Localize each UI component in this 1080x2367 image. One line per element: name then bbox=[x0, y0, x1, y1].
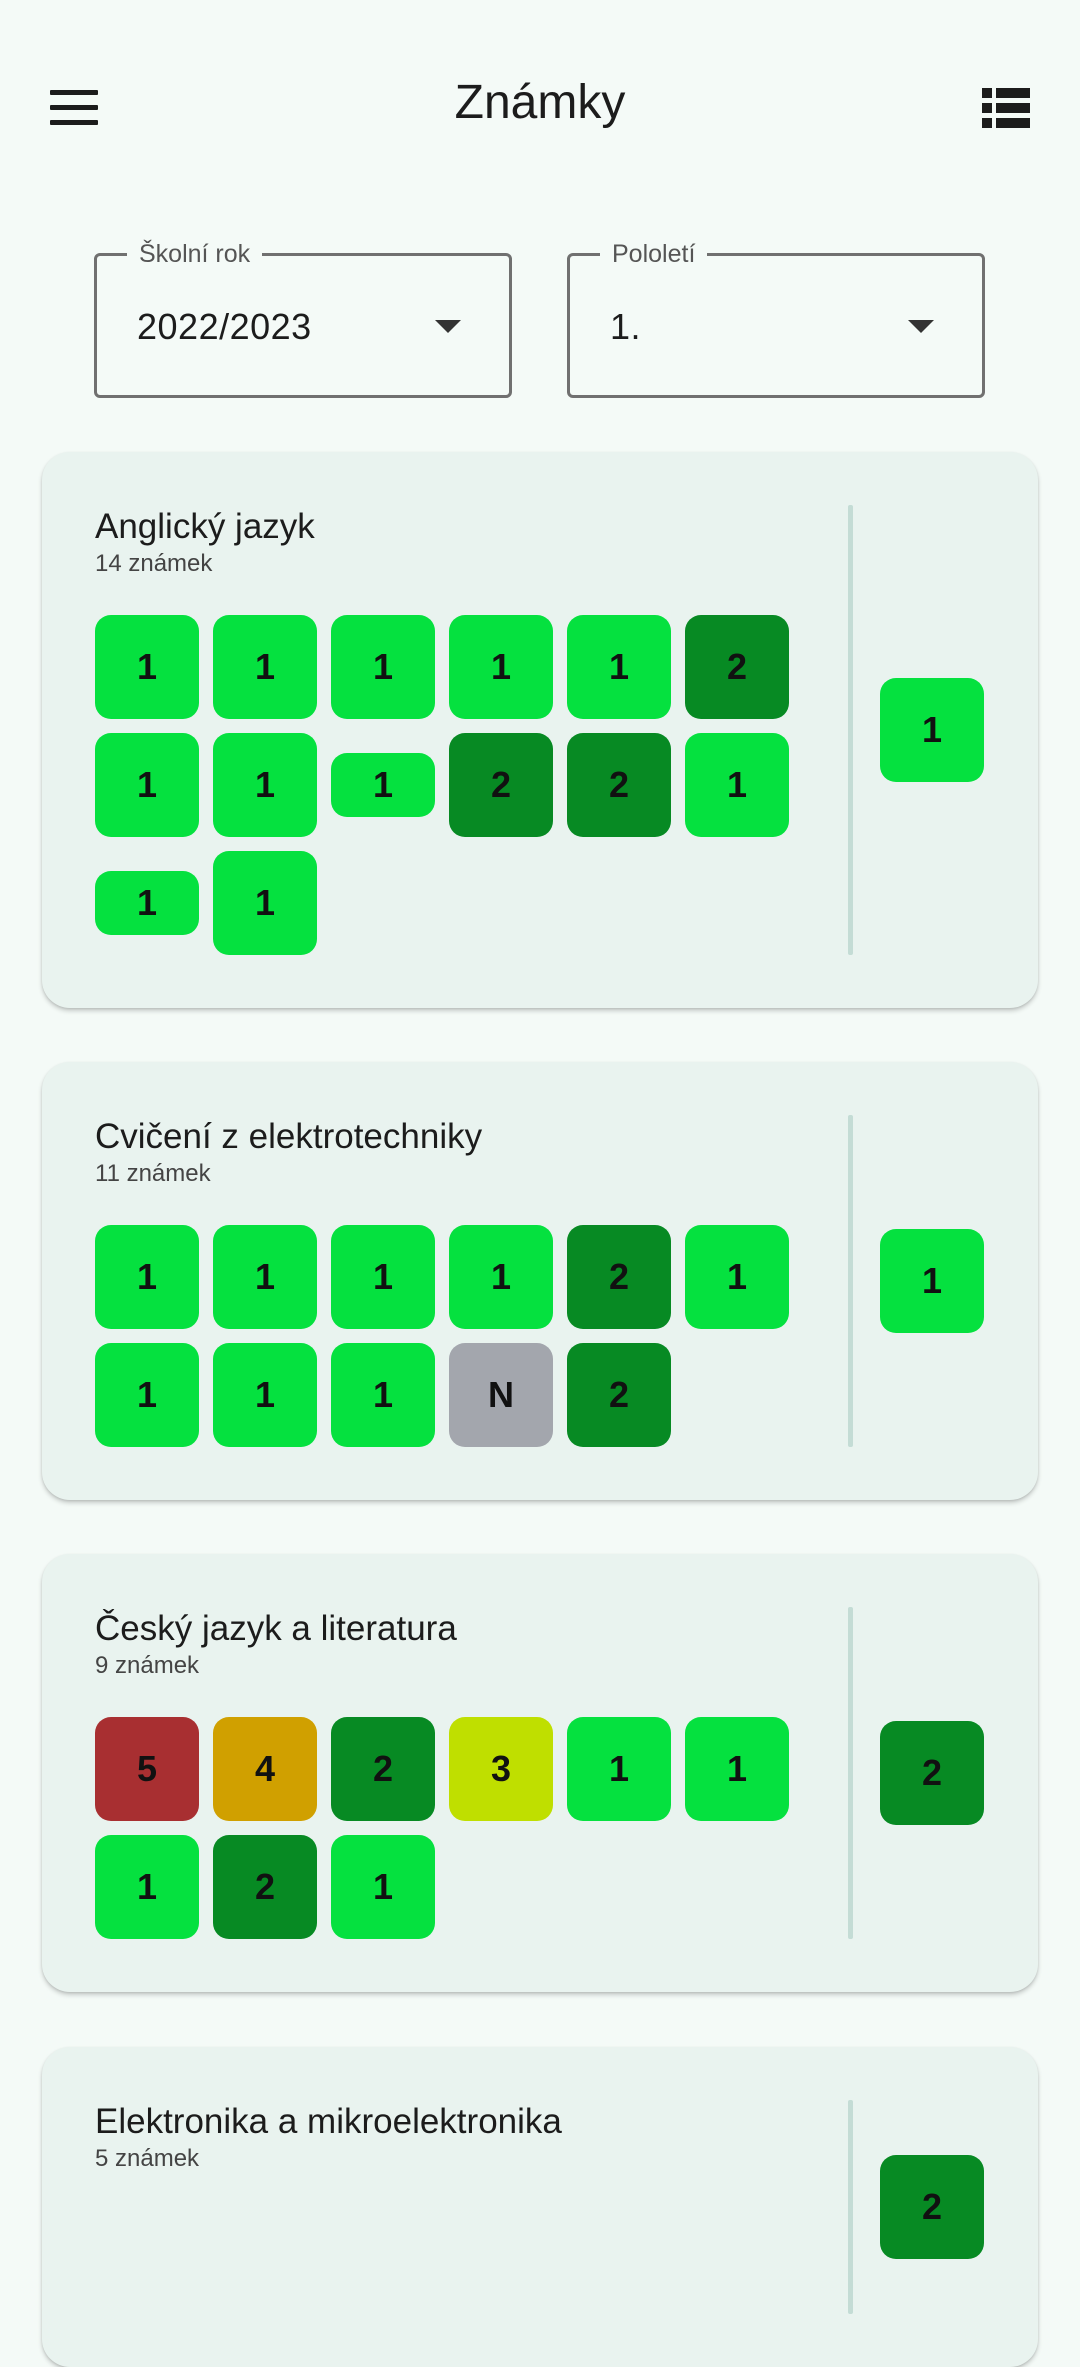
grade-tile[interactable]: 1 bbox=[331, 1225, 435, 1329]
grade-tile[interactable]: 1 bbox=[449, 615, 553, 719]
grade-tile[interactable]: 3 bbox=[449, 1717, 553, 1821]
grade-tile[interactable]: 1 bbox=[331, 753, 435, 817]
grade-count: 14 známek bbox=[95, 550, 213, 577]
grade-tile[interactable]: 2 bbox=[567, 1343, 671, 1447]
grade-tile[interactable]: 1 bbox=[95, 733, 199, 837]
grade-count: 9 známek bbox=[95, 1652, 200, 1679]
grade-tile[interactable]: 1 bbox=[685, 733, 789, 837]
grade-tile[interactable]: 1 bbox=[95, 1225, 199, 1329]
grade-tile[interactable]: 1 bbox=[213, 733, 317, 837]
grade-count: 11 známek bbox=[95, 1160, 211, 1187]
term-value: 1. bbox=[610, 306, 642, 347]
school-year-value: 2022/2023 bbox=[137, 306, 312, 347]
app-bar: Známky bbox=[0, 0, 1080, 210]
card-divider bbox=[848, 1115, 853, 1447]
term-label: Pololetí bbox=[600, 239, 708, 269]
card-divider bbox=[848, 1607, 853, 1939]
grade-tile[interactable]: 1 bbox=[449, 1225, 553, 1329]
subject-card[interactable]: Cvičení z elektrotechniky 11 známek 1 1 1 1 2 1… bbox=[42, 1062, 1038, 1500]
dropdown-arrow-icon bbox=[908, 320, 934, 333]
grade-tile[interactable]: 1 bbox=[685, 1225, 789, 1329]
grade-tile[interactable]: 1 bbox=[213, 1225, 317, 1329]
grade-tile[interactable]: 1 bbox=[567, 1717, 671, 1821]
subject-name: Cvičení z elektrotechniky bbox=[95, 1117, 483, 1156]
final-grade-badge[interactable]: 1 bbox=[880, 1229, 984, 1333]
grade-tile[interactable]: N bbox=[449, 1343, 553, 1447]
final-grade-badge[interactable]: 2 bbox=[880, 1721, 984, 1825]
grade-tile[interactable]: 1 bbox=[95, 1835, 199, 1939]
school-year-label: Školní rok bbox=[127, 239, 263, 269]
grade-tile[interactable]: 2 bbox=[567, 1225, 671, 1329]
grade-tile[interactable]: 1 bbox=[567, 615, 671, 719]
grade-tile[interactable]: 1 bbox=[213, 1343, 317, 1447]
grade-tile[interactable]: 2 bbox=[567, 733, 671, 837]
term-select[interactable]: Pololetí 1. bbox=[567, 239, 985, 398]
grade-tile[interactable]: 2 bbox=[685, 615, 789, 719]
card-divider bbox=[848, 2100, 853, 2314]
list-view-icon[interactable] bbox=[982, 88, 1030, 128]
grade-tile[interactable]: 1 bbox=[95, 871, 199, 935]
final-grade-badge[interactable]: 2 bbox=[880, 2155, 984, 2259]
card-divider bbox=[848, 505, 853, 955]
subject-name: Anglický jazyk bbox=[95, 507, 315, 546]
school-year-select[interactable]: Školní rok 2022/2023 bbox=[94, 239, 512, 398]
grade-tile[interactable]: 4 bbox=[213, 1717, 317, 1821]
subject-card[interactable]: Elektronika a mikroelektronika 5 známek 2 bbox=[42, 2047, 1038, 2367]
subject-name: Český jazyk a literatura bbox=[95, 1609, 457, 1648]
grade-tile[interactable]: 1 bbox=[331, 615, 435, 719]
grade-count: 5 známek bbox=[95, 2145, 200, 2172]
subject-name: Elektronika a mikroelektronika bbox=[95, 2102, 562, 2141]
grade-tile[interactable]: 1 bbox=[331, 1835, 435, 1939]
grade-tile[interactable]: 5 bbox=[95, 1717, 199, 1821]
grade-tile[interactable]: 1 bbox=[95, 615, 199, 719]
grade-tile[interactable]: 1 bbox=[685, 1717, 789, 1821]
final-grade-badge[interactable]: 1 bbox=[880, 678, 984, 782]
grade-tile[interactable]: 1 bbox=[95, 1343, 199, 1447]
grade-tile[interactable]: 1 bbox=[213, 851, 317, 955]
grade-tile[interactable]: 2 bbox=[331, 1717, 435, 1821]
grade-tile[interactable]: 1 bbox=[213, 615, 317, 719]
subject-card[interactable]: Anglický jazyk 14 známek 1 1 1 1 1 2 1 1 1 2 2 1 1 1 1 bbox=[42, 452, 1038, 1008]
grade-tile[interactable]: 2 bbox=[449, 733, 553, 837]
dropdown-arrow-icon bbox=[435, 320, 461, 333]
page-title: Známky bbox=[454, 76, 626, 129]
subject-card[interactable]: Český jazyk a literatura 9 známek 5 4 2 3 1 1 1 2… bbox=[42, 1554, 1038, 1992]
grade-tile[interactable]: 1 bbox=[331, 1343, 435, 1447]
grade-tile[interactable]: 2 bbox=[213, 1835, 317, 1939]
